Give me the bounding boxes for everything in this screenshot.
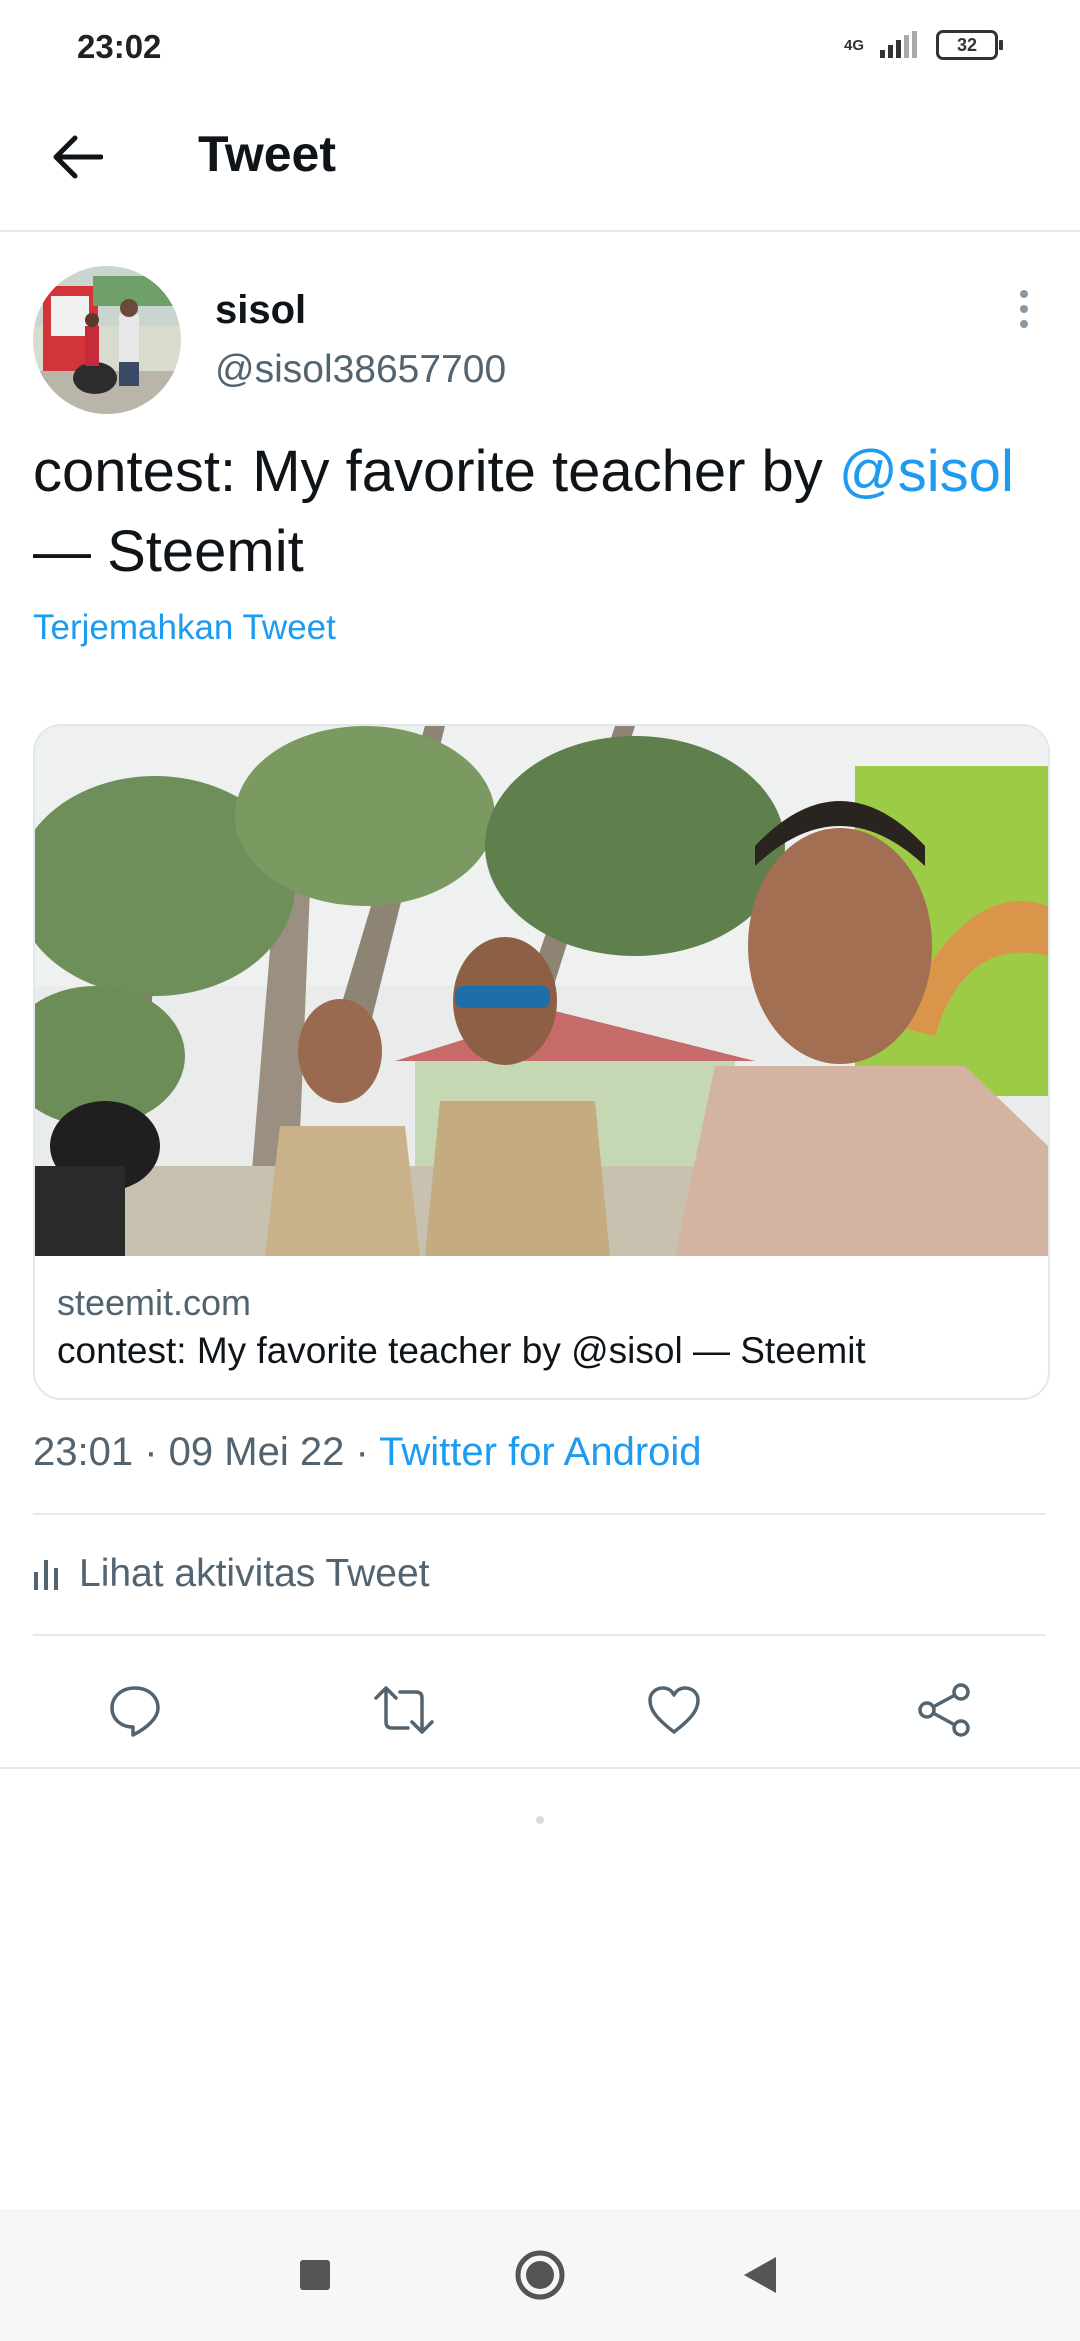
tweet-text-start: contest: My favorite teacher by xyxy=(33,439,839,504)
loading-dot xyxy=(536,1816,544,1824)
card-domain: steemit.com xyxy=(57,1282,252,1323)
more-dot-icon xyxy=(1020,320,1028,328)
back-nav-button[interactable] xyxy=(725,2240,795,2310)
link-preview-card[interactable]: steemit.com contest: My favorite teacher… xyxy=(33,724,1050,1400)
arrow-left-icon xyxy=(53,135,103,179)
view-activity-button[interactable]: Lihat aktivitas Tweet xyxy=(33,1552,429,1596)
status-icons: 4G 32 xyxy=(844,30,1003,60)
circle-icon xyxy=(515,2250,565,2300)
more-dot-icon xyxy=(1020,305,1028,313)
avatar[interactable] xyxy=(33,266,181,414)
back-button[interactable] xyxy=(40,120,114,194)
page-title: Tweet xyxy=(198,126,336,182)
divider xyxy=(33,1634,1046,1636)
more-options-button[interactable] xyxy=(1002,282,1046,336)
retweet-icon xyxy=(374,1686,434,1734)
square-icon xyxy=(300,2260,330,2290)
home-button[interactable] xyxy=(505,2240,575,2310)
like-icon xyxy=(648,1686,700,1734)
reply-icon xyxy=(110,1686,160,1737)
card-title: contest: My favorite teacher by @sisol —… xyxy=(57,1330,866,1371)
network-type: 4G xyxy=(843,36,864,54)
divider xyxy=(0,1767,1080,1769)
recents-button[interactable] xyxy=(280,2240,350,2310)
tweet-text: contest: My favorite teacher by @sisol —… xyxy=(33,432,1043,592)
status-time: 23:02 xyxy=(77,28,162,65)
tweet-date: 09 Mei 22 xyxy=(168,1430,345,1474)
avatar-image xyxy=(33,266,181,414)
tweet-meta: 23:01 · 09 Mei 22 · Twitter for Android xyxy=(33,1430,702,1475)
tweet-source-link[interactable]: Twitter for Android xyxy=(379,1430,701,1474)
battery-icon: 32 xyxy=(936,30,1003,60)
network-indicator: 4G xyxy=(844,38,864,53)
author-handle[interactable]: @sisol38657700 xyxy=(215,348,506,392)
tweet-time: 23:01 xyxy=(33,1430,134,1474)
tweet-text-end: — Steemit xyxy=(33,519,304,584)
triangle-back-icon xyxy=(744,2257,776,2293)
view-activity-label: Lihat aktivitas Tweet xyxy=(79,1552,430,1595)
header-divider xyxy=(0,230,1080,232)
meta-separator: · xyxy=(344,1430,380,1474)
divider xyxy=(33,1513,1046,1515)
mention-link[interactable]: @sisol xyxy=(839,439,1014,504)
share-icon xyxy=(918,1683,970,1737)
card-image xyxy=(35,726,1048,1256)
share-button[interactable] xyxy=(904,1670,984,1750)
retweet-button[interactable] xyxy=(364,1670,444,1750)
signal-icon xyxy=(880,31,917,58)
reply-button[interactable] xyxy=(95,1670,175,1750)
bar-chart-icon xyxy=(34,1560,58,1590)
author-name[interactable]: sisol xyxy=(215,288,306,333)
battery-level: 32 xyxy=(956,34,978,55)
more-dot-icon xyxy=(1020,290,1028,298)
translate-tweet-link[interactable]: Terjemahkan Tweet xyxy=(33,608,336,648)
meta-separator: · xyxy=(133,1430,169,1474)
like-button[interactable] xyxy=(634,1670,714,1750)
